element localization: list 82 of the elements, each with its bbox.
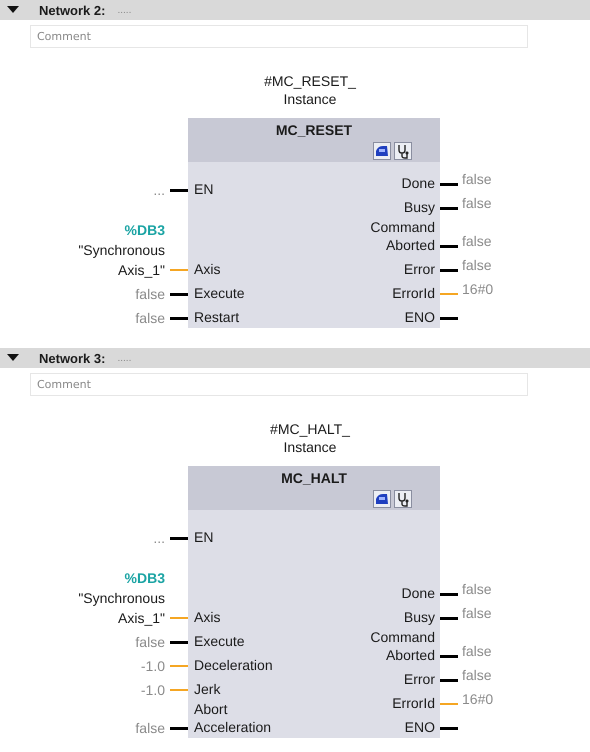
pin-wire (170, 689, 188, 691)
pin-value: false (135, 309, 165, 328)
pin-wire (440, 593, 458, 596)
pin-value: false (462, 194, 492, 212)
collapse-triangle-icon[interactable] (7, 6, 19, 14)
input-pin-label: Execute (193, 632, 245, 651)
output-pin-label: Command Aborted (369, 628, 436, 665)
pin-value: -1.0 (140, 681, 165, 700)
block-icon[interactable] (373, 142, 391, 160)
input-pin-label: Jerk (193, 680, 220, 699)
output-pin-label: Busy (402, 608, 436, 627)
tag-address: %DB3 (124, 221, 165, 240)
pin-wire (440, 727, 458, 730)
pin-wire (170, 537, 188, 540)
output-pin-label: Command Aborted (369, 218, 436, 255)
block-icon[interactable] (373, 490, 391, 508)
pin-value: false (462, 604, 492, 622)
pin-wire (170, 293, 188, 296)
pin-value: 16#0 (462, 280, 494, 298)
pin-value: false (462, 666, 492, 684)
pin-value: false (462, 232, 492, 250)
pin-value: false (135, 285, 165, 304)
input-pin-label: Abort Acceleration (193, 700, 272, 737)
block-title: MC_RESET (276, 122, 352, 138)
instance-label: #MC_HALT_ Instance (270, 420, 350, 457)
output-pin-label: ErrorId (391, 284, 436, 303)
input-pin-label: Axis (193, 260, 220, 279)
pin-wire (440, 269, 458, 272)
output-pin-label: ENO (404, 718, 436, 737)
pin-value: "Synchronous Axis_1" (78, 241, 165, 280)
output-pin-label: Done (400, 174, 436, 193)
network-title: Network 3: (39, 350, 106, 366)
pin-value: false (462, 170, 492, 188)
pin-wire (440, 183, 458, 186)
pin-value: -1.0 (140, 657, 165, 676)
collapse-triangle-icon[interactable] (7, 354, 19, 362)
network-header[interactable]: Network 2: ..... (0, 0, 590, 20)
pin-wire (170, 727, 188, 730)
input-pin-label: Axis (193, 608, 220, 627)
pin-value: "Synchronous Axis_1" (78, 589, 165, 628)
input-pin-label: EN (193, 180, 214, 199)
tag-address: %DB3 (124, 569, 165, 588)
pin-wire (440, 703, 458, 705)
input-pin-label: Restart (193, 308, 240, 327)
block-title: MC_HALT (281, 470, 347, 486)
network-header[interactable]: Network 3: ..... (0, 348, 590, 368)
pin-value: false (135, 633, 165, 652)
pin-value: false (462, 642, 492, 660)
output-pin-label: Busy (402, 198, 436, 217)
pin-value: false (462, 256, 492, 274)
output-pin-label: ErrorId (391, 694, 436, 713)
pin-wire (440, 293, 458, 295)
input-pin-label: Execute (193, 284, 245, 303)
pin-value: 16#0 (462, 690, 494, 708)
output-pin-label: ENO (404, 308, 436, 327)
stethoscope-icon[interactable] (394, 142, 412, 160)
pin-wire (170, 641, 188, 644)
comment-field[interactable]: Comment (30, 373, 528, 396)
pin-value: ... (153, 181, 165, 200)
pin-wire (170, 317, 188, 320)
pin-wire (440, 617, 458, 620)
pin-wire (170, 269, 188, 271)
stethoscope-icon[interactable] (394, 490, 412, 508)
input-pin-label: EN (193, 528, 214, 547)
pin-wire (170, 617, 188, 619)
pin-wire (170, 665, 188, 667)
output-pin-label: Error (402, 260, 436, 279)
pin-value: false (135, 719, 165, 738)
network-title: Network 2: (39, 2, 106, 18)
pin-wire (170, 189, 188, 192)
pin-wire (440, 207, 458, 210)
pin-wire (440, 317, 458, 320)
instance-label: #MC_RESET_ Instance (264, 72, 356, 109)
comment-field[interactable]: Comment (30, 25, 528, 48)
output-pin-label: Error (402, 670, 436, 689)
output-pin-label: Done (400, 584, 436, 603)
pin-wire (440, 655, 458, 658)
pin-value: false (462, 580, 492, 598)
pin-wire (440, 679, 458, 682)
pin-value: ... (153, 529, 165, 548)
pin-wire (440, 245, 458, 248)
input-pin-label: Deceleration (193, 656, 273, 675)
